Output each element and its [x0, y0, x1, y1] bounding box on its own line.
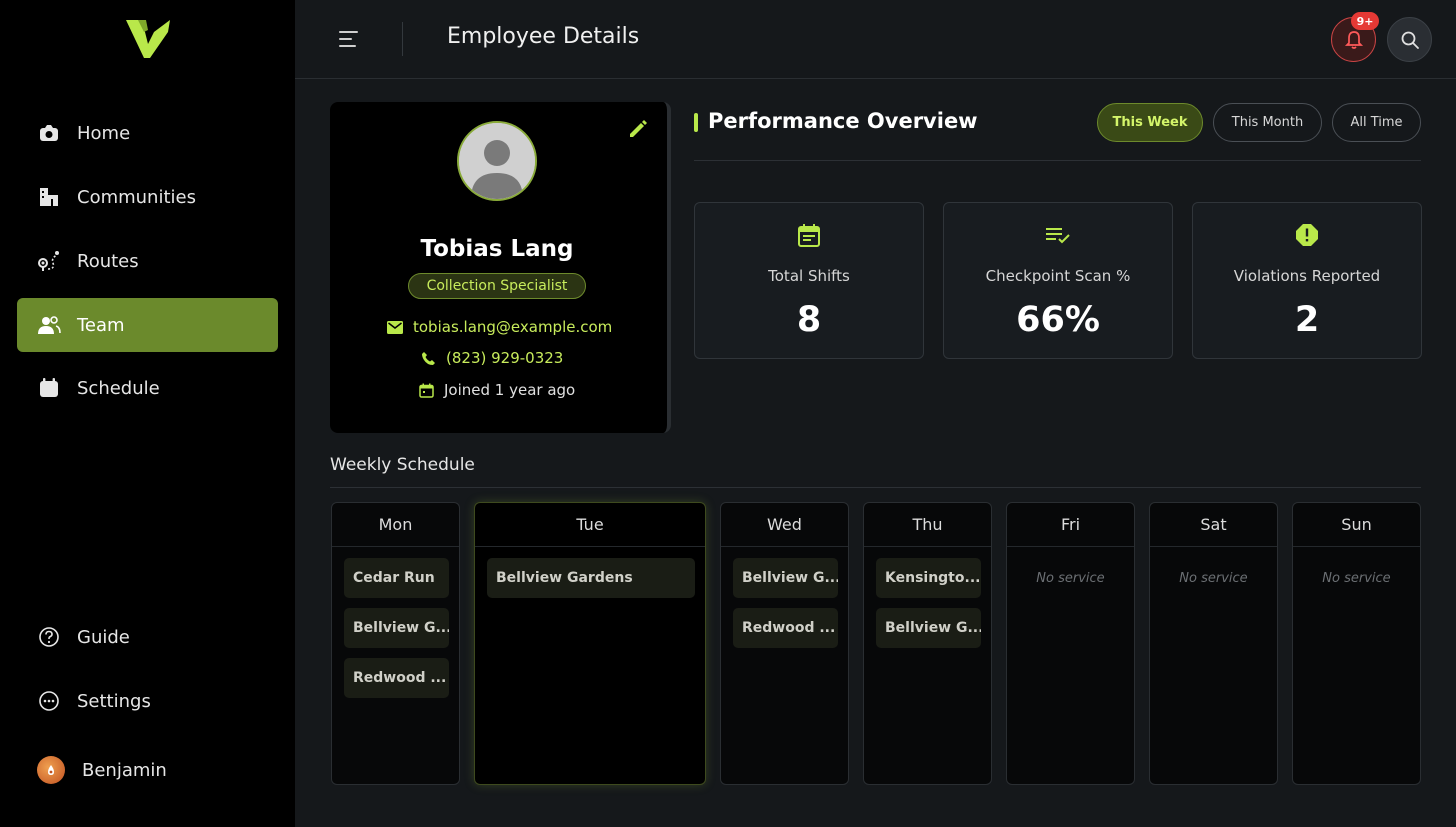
- calendar-icon: [37, 376, 61, 400]
- user-profile-link[interactable]: Benjamin: [37, 756, 167, 784]
- employee-email: tobias.lang@example.com: [413, 318, 613, 336]
- day-column-sat: Sat No service: [1149, 502, 1278, 785]
- notification-count-badge: 9+: [1351, 12, 1379, 30]
- shift-chip[interactable]: Bellview G...: [733, 558, 838, 598]
- filter-this-week[interactable]: This Week: [1097, 103, 1203, 142]
- day-header: Sat: [1150, 503, 1277, 547]
- role-badge: Collection Specialist: [408, 273, 586, 299]
- sidebar-item-routes[interactable]: Routes: [17, 234, 278, 288]
- day-column-wed: Wed Bellview G... Redwood ...: [720, 502, 849, 785]
- shift-chip[interactable]: Redwood ...: [733, 608, 838, 648]
- section-accent-bar: [694, 113, 698, 132]
- search-button[interactable]: [1387, 17, 1432, 62]
- help-icon: [37, 625, 61, 649]
- shift-chip[interactable]: Bellview Gardens: [487, 558, 695, 598]
- sidebar-item-label: Schedule: [77, 377, 160, 399]
- day-column-mon: Mon Cedar Run Bellview G... Redwood ...: [331, 502, 460, 785]
- header-divider: [402, 22, 403, 56]
- edit-icon[interactable]: [627, 118, 649, 140]
- phone-icon: [419, 349, 437, 367]
- filter-all-time[interactable]: All Time: [1332, 103, 1421, 142]
- sidebar-item-label: Team: [77, 314, 125, 336]
- sidebar: Home Communities Routes Team Schedule Gu…: [0, 0, 295, 827]
- avatar: [37, 756, 65, 784]
- sidebar-item-schedule[interactable]: Schedule: [17, 361, 278, 415]
- sidebar-item-label: Settings: [77, 690, 151, 712]
- sidebar-item-communities[interactable]: Communities: [17, 170, 278, 224]
- day-header: Sun: [1293, 503, 1420, 547]
- user-name: Benjamin: [82, 759, 167, 781]
- no-service-label: No service: [1036, 571, 1105, 586]
- shift-chip[interactable]: Redwood ...: [344, 658, 449, 698]
- day-column-tue: Tue Bellview Gardens: [474, 502, 706, 785]
- phone-link[interactable]: (823) 929-0323: [419, 349, 563, 367]
- sidebar-item-team[interactable]: Team: [17, 298, 278, 352]
- brand-logo[interactable]: [124, 18, 172, 60]
- stat-label: Violations Reported: [1233, 267, 1381, 285]
- weekly-schedule-title: Weekly Schedule: [330, 455, 475, 475]
- shift-chip[interactable]: Cedar Run: [344, 558, 449, 598]
- stat-value: 2: [1294, 300, 1320, 340]
- page-title: Employee Details: [447, 24, 640, 49]
- stat-value: 66%: [1016, 300, 1100, 340]
- performance-divider: [694, 160, 1421, 161]
- email-link[interactable]: tobias.lang@example.com: [386, 318, 612, 336]
- profile-card: Tobias Lang Collection Specialist tobias…: [330, 102, 671, 433]
- stat-value: 8: [796, 300, 822, 340]
- stat-label: Total Shifts: [768, 267, 850, 285]
- sidebar-item-label: Home: [77, 122, 131, 144]
- day-column-fri: Fri No service: [1006, 502, 1135, 785]
- stat-card-total-shifts: Total Shifts 8: [694, 202, 924, 359]
- employee-phone: (823) 929-0323: [446, 349, 564, 367]
- no-service-label: No service: [1179, 571, 1248, 586]
- shift-chip[interactable]: Kensingto...: [876, 558, 981, 598]
- search-icon: [1401, 31, 1419, 49]
- no-service-label: No service: [1322, 571, 1391, 586]
- sidebar-item-label: Guide: [77, 626, 130, 648]
- joined-text: Joined 1 year ago: [444, 381, 576, 399]
- stat-card-violations: Violations Reported 2: [1192, 202, 1422, 359]
- shift-chip[interactable]: Bellview G...: [876, 608, 981, 648]
- employee-name: Tobias Lang: [420, 236, 574, 262]
- schedule-divider: [330, 487, 1421, 488]
- day-header: Thu: [864, 503, 991, 547]
- day-header: Wed: [721, 503, 848, 547]
- day-column-thu: Thu Kensingto... Bellview G...: [863, 502, 992, 785]
- performance-title: Performance Overview: [708, 109, 978, 133]
- day-header: Mon: [332, 503, 459, 547]
- mail-icon: [386, 318, 404, 336]
- joined-info: Joined 1 year ago: [417, 381, 575, 399]
- sidebar-item-home[interactable]: Home: [17, 106, 278, 160]
- calendar-note-icon: [798, 224, 820, 247]
- checklist-icon: [1046, 228, 1070, 244]
- day-header: Tue: [475, 503, 705, 547]
- camera-home-icon: [37, 121, 61, 145]
- route-icon: [37, 249, 61, 273]
- top-header: Employee Details 9+: [295, 0, 1456, 79]
- sidebar-item-guide[interactable]: Guide: [17, 610, 278, 664]
- bell-icon: [1344, 30, 1363, 49]
- day-column-sun: Sun No service: [1292, 502, 1421, 785]
- stat-card-checkpoint-scan: Checkpoint Scan % 66%: [943, 202, 1173, 359]
- team-icon: [37, 313, 61, 337]
- stat-label: Checkpoint Scan %: [985, 267, 1131, 285]
- menu-icon[interactable]: [339, 30, 359, 48]
- sidebar-item-settings[interactable]: Settings: [17, 674, 278, 728]
- shift-chip[interactable]: Bellview G...: [344, 608, 449, 648]
- profile-avatar: [457, 121, 537, 201]
- building-icon: [37, 185, 61, 209]
- calendar-small-icon: [417, 381, 435, 399]
- filter-this-month[interactable]: This Month: [1213, 103, 1322, 142]
- settings-dots-icon: [37, 689, 61, 713]
- sidebar-item-label: Communities: [77, 186, 196, 208]
- day-header: Fri: [1007, 503, 1134, 547]
- alert-icon: [1296, 224, 1318, 246]
- sidebar-item-label: Routes: [77, 250, 139, 272]
